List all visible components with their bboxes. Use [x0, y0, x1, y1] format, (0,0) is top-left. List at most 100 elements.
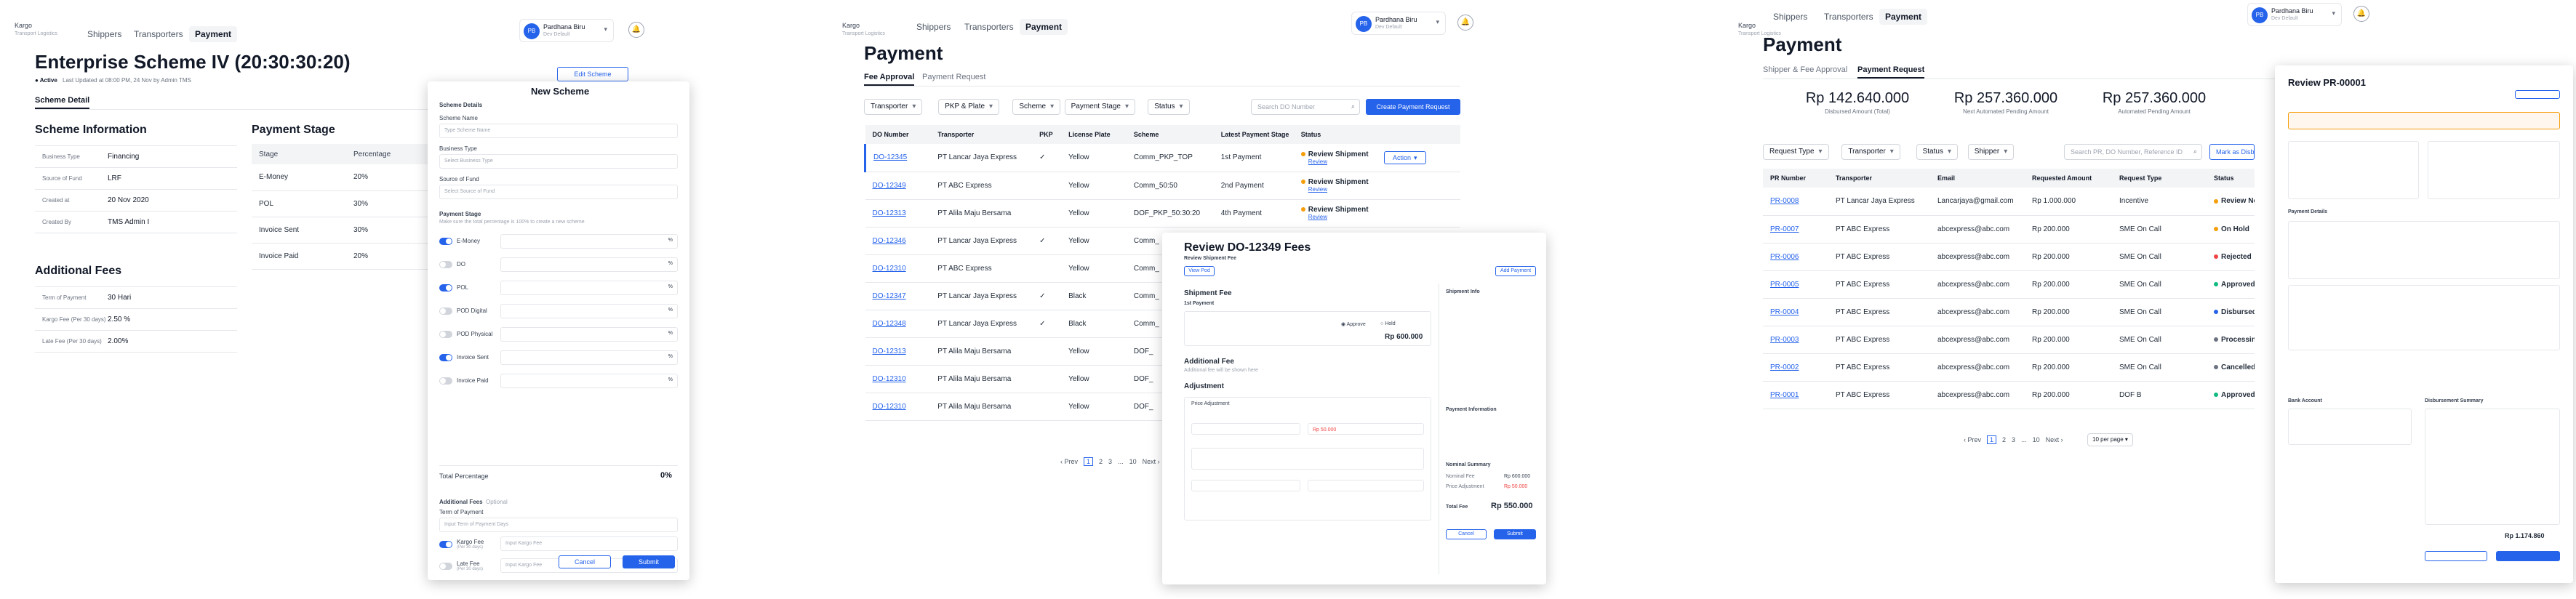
business-type-select[interactable]: Select Business Type — [439, 154, 678, 169]
filter-dropdown[interactable]: Status ▾ — [1916, 144, 1958, 160]
page-link[interactable]: 10 — [2033, 436, 2040, 443]
page-link[interactable]: 10 — [1129, 458, 1137, 465]
mark-as-disbursed-button[interactable]: Mark as Disbursed — [2209, 144, 2255, 160]
page-link[interactable]: 3 — [1108, 458, 1112, 465]
do-number-link[interactable]: DO-12345 — [865, 144, 931, 172]
cancel-button[interactable]: Cancel — [559, 555, 611, 568]
table-row[interactable]: PR-0001 PT ABC Express abcexpress@abc.com R… — [1763, 381, 2255, 409]
term-of-payment-input[interactable]: Input Term of Payment Days — [439, 518, 678, 532]
stage-toggle[interactable] — [439, 377, 452, 385]
stage-toggle[interactable] — [439, 307, 452, 315]
filter-dropdown[interactable]: Payment Stage ▾ — [1064, 99, 1135, 115]
column-header[interactable]: Scheme — [1126, 125, 1214, 144]
pr-number-link[interactable]: PR-0005 — [1763, 270, 1828, 299]
column-header[interactable]: License Plate — [1061, 125, 1127, 144]
pr-number-link[interactable]: PR-0006 — [1763, 243, 1828, 271]
column-header[interactable]: Request Type — [2112, 169, 2207, 188]
create-payment-request-button[interactable]: Create Payment Request — [1366, 99, 1460, 115]
page-link[interactable]: 2 — [2002, 436, 2006, 443]
table-row[interactable]: DO-12345 PT Lancar Jaya Express ✓ Yellow Com… — [865, 144, 1460, 172]
view-pod-button[interactable]: View Pod — [1184, 266, 1215, 276]
table-row[interactable]: PR-0002 PT ABC Express abcexpress@abc.com R… — [1763, 353, 2255, 382]
table-row[interactable]: PR-0005 PT ABC Express abcexpress@abc.com R… — [1763, 270, 2255, 299]
stage-toggle[interactable] — [439, 354, 452, 361]
column-header[interactable]: Email — [1930, 169, 2025, 188]
user-menu[interactable]: PB Pardhana Biru Dev Default ▾ — [1351, 12, 1446, 35]
table-row[interactable]: PR-0004 PT ABC Express abcexpress@abc.com R… — [1763, 298, 2255, 326]
user-menu[interactable]: PB Pardhana Biru Dev Default ▾ — [519, 19, 614, 42]
stage-toggle[interactable] — [439, 284, 452, 292]
page-link[interactable]: 1 — [1987, 435, 1997, 444]
do-number-link[interactable]: DO-12346 — [865, 227, 931, 255]
do-number-link[interactable]: DO-12310 — [865, 254, 931, 283]
action-dropdown[interactable]: Action ▾ — [1383, 151, 1426, 164]
nav-shippers[interactable]: Shippers — [911, 19, 956, 35]
stage-percentage-input[interactable]: % — [500, 257, 678, 272]
pagination[interactable]: ‹ Prev 1 2 3... 10 Next › — [1060, 457, 1166, 466]
bpt-notes-input[interactable] — [1308, 480, 1424, 491]
edit-scheme-button[interactable]: Edit Scheme — [557, 67, 628, 81]
nav-transporters[interactable]: Transporters — [128, 26, 189, 42]
pr-number-link[interactable]: PR-0008 — [1763, 188, 1828, 216]
nav-transporters[interactable]: Transporters — [1818, 9, 1879, 25]
review-link[interactable]: Review — [1308, 214, 1460, 220]
table-row[interactable]: PR-0008 PT Lancar Jaya Express Lancarjaya@… — [1763, 188, 2255, 216]
column-header[interactable]: Transporter — [1828, 169, 1930, 188]
tab-scheme-detail[interactable]: Scheme Detail — [35, 96, 90, 109]
pr-number-link[interactable]: PR-0001 — [1763, 381, 1828, 409]
table-row[interactable]: PR-0003 PT ABC Express abcexpress@abc.com R… — [1763, 326, 2255, 354]
column-header[interactable]: Requested Amount — [2025, 169, 2112, 188]
submit-button[interactable] — [2496, 551, 2560, 561]
page-link[interactable]: ... — [1118, 458, 1124, 465]
search-input[interactable]: Search DO Number ⌕ — [1251, 99, 1360, 115]
pr-number-link[interactable]: PR-0007 — [1763, 215, 1828, 244]
scheme-name-input[interactable]: Type Scheme Name — [439, 124, 678, 138]
do-number-link[interactable]: DO-12313 — [865, 337, 931, 366]
stage-percentage-input[interactable]: % — [500, 281, 678, 295]
filter-dropdown[interactable]: Scheme ▾ — [1012, 99, 1061, 115]
submit-button[interactable]: Submit — [1494, 529, 1536, 539]
page-link[interactable]: ... — [2021, 436, 2027, 443]
do-number-link[interactable]: DO-12310 — [865, 365, 931, 393]
page-link[interactable]: 1 — [1084, 457, 1094, 466]
adjustment-description[interactable] — [1191, 448, 1424, 470]
page-link[interactable]: 2 — [1099, 458, 1103, 465]
approve-radio[interactable]: ◉ Approve — [1341, 321, 1366, 327]
adjustment-amount-input[interactable]: Rp 50.000 — [1308, 423, 1424, 435]
filter-dropdown[interactable]: Transporter ▾ — [864, 99, 923, 115]
kargo-fee-toggle[interactable] — [439, 541, 452, 548]
pr-number-link[interactable]: PR-0003 — [1763, 326, 1828, 354]
cancel-button[interactable]: Cancel — [1446, 529, 1487, 539]
tab-fee-approval[interactable]: Fee Approval — [864, 73, 915, 86]
internal-notes-input[interactable] — [1191, 480, 1300, 491]
search-input[interactable]: Search PR, DO Number, Reference ID ⌕ — [2064, 144, 2202, 160]
table-row[interactable]: PR-0006 PT ABC Express abcexpress@abc.com R… — [1763, 243, 2255, 271]
submit-button[interactable]: Submit — [623, 555, 675, 568]
do-number-link[interactable]: DO-12347 — [865, 282, 931, 310]
bell-icon[interactable]: 🔔 — [1457, 15, 1473, 31]
pr-number-link[interactable]: PR-0002 — [1763, 353, 1828, 382]
stage-toggle[interactable] — [439, 261, 452, 268]
stage-toggle[interactable] — [439, 331, 452, 338]
cancel-button[interactable] — [2425, 551, 2487, 561]
nav-shippers[interactable]: Shippers — [81, 26, 127, 42]
review-link[interactable]: Review — [1308, 186, 1460, 193]
table-row[interactable]: PR-0007 PT ABC Express abcexpress@abc.com R… — [1763, 215, 2255, 244]
column-header[interactable]: PR Number — [1763, 169, 1828, 188]
do-number-link[interactable]: DO-12313 — [865, 199, 931, 228]
page-link[interactable]: 3 — [2012, 436, 2015, 443]
tab-shipper-fee-approval[interactable]: Shipper & Fee Approval — [1763, 65, 1847, 77]
brand-logo[interactable]: Kargo Transport Logistics — [842, 22, 885, 38]
column-header[interactable]: DO Number — [865, 125, 931, 144]
bell-icon[interactable]: 🔔 — [628, 22, 644, 38]
table-row[interactable]: DO-12313 PT Alila Maju Bersama Yellow DOF_P… — [865, 199, 1460, 228]
filter-dropdown[interactable]: Shipper ▾ — [1967, 144, 2015, 160]
stage-toggle[interactable] — [439, 238, 452, 245]
do-number-link[interactable]: DO-12349 — [865, 172, 931, 200]
do-number-link[interactable]: DO-12310 — [865, 393, 931, 421]
hold-radio[interactable]: ○ Hold — [1380, 321, 1396, 326]
filter-dropdown[interactable]: Status ▾ — [1148, 99, 1190, 115]
tab-payment-request[interactable]: Payment Request — [922, 73, 985, 84]
nav-payment[interactable]: Payment — [1020, 19, 1068, 35]
page-link[interactable]: ‹ Prev — [1060, 458, 1078, 465]
